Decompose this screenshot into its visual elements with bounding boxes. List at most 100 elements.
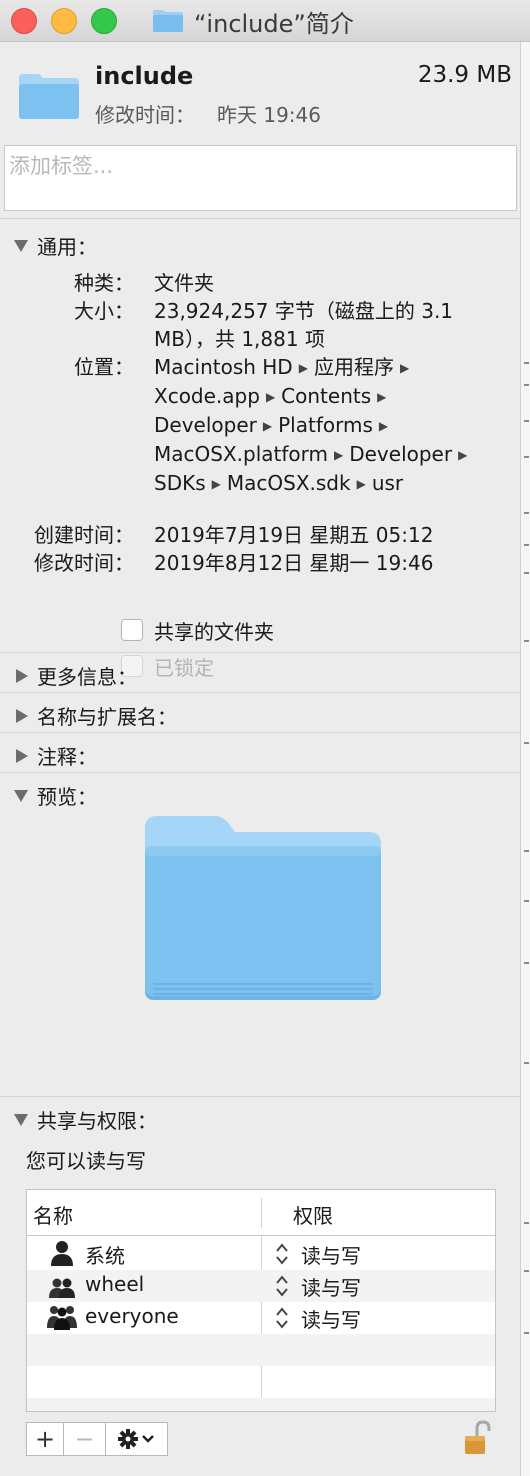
user-name: 系统 [85, 1244, 125, 1268]
section-title: 预览： [37, 785, 97, 809]
size-line-1: 23,924,257 字节（磁盘上的 3.1 [154, 299, 454, 323]
shared-folder-label: 共享的文件夹 [154, 620, 274, 644]
shared-folder-checkbox[interactable] [121, 619, 143, 641]
chevron-updown-icon[interactable] [275, 1242, 289, 1266]
size-label: 大小： [74, 299, 134, 323]
permissions-table-header: 名称 权限 [27, 1190, 495, 1236]
gear-icon [117, 1429, 154, 1449]
title-bar: “include”简介 [0, 0, 530, 42]
path-separator-icon: ▶ [262, 419, 273, 433]
permissions-table: 名称 权限 系统 读与写 wheel 读与写 everyone 读与写 [26, 1189, 496, 1412]
comments-toggle[interactable]: 注释： [14, 741, 97, 770]
path-part: Developer [349, 442, 453, 466]
path-separator-icon: ▶ [399, 361, 410, 375]
section-title: 注释： [37, 745, 97, 769]
created-value: 2019年7月19日 星期五 05:12 [154, 523, 434, 547]
path-part: Contents [281, 384, 372, 408]
disclosure-triangle-icon [14, 1113, 28, 1126]
disclosure-triangle-icon [14, 789, 28, 802]
disclosure-triangle-icon [16, 708, 28, 723]
background-window-edge [520, 42, 530, 1476]
folder-preview-icon [145, 816, 381, 1000]
tags-input[interactable]: 添加标签... [4, 145, 517, 211]
window-title: “include”简介 [152, 4, 354, 38]
path-separator-icon: ▶ [356, 477, 366, 491]
remove-button[interactable]: − [64, 1422, 106, 1456]
table-row-empty [27, 1334, 495, 1366]
folder-icon [19, 74, 79, 119]
table-row[interactable]: 系统 读与写 [27, 1238, 495, 1270]
path-part: SDKs [154, 471, 206, 495]
kind-label: 种类： [74, 271, 134, 295]
modified-value: 2019年8月12日 星期一 19:46 [154, 551, 434, 575]
path-part: MacOSX.platform [154, 442, 328, 466]
user-name: everyone [85, 1304, 179, 1328]
name-extension-section: 名称与扩展名： [0, 692, 520, 732]
more-info-section: 更多信息： [0, 652, 520, 692]
add-button[interactable]: + [26, 1422, 64, 1456]
privilege-value[interactable]: 读与写 [301, 1240, 361, 1269]
general-section: 通用： 种类： 文件夹 大小： 23,924,257 字节（磁盘上的 3.1 M… [0, 218, 520, 680]
size-line-2: MB），共 1,881 项 [154, 327, 325, 351]
path-separator-icon: ▶ [458, 448, 468, 462]
item-modified: 修改时间： 昨天 19:46 [95, 99, 321, 128]
close-button[interactable] [11, 8, 37, 34]
table-row-empty [27, 1366, 495, 1398]
modified-label: 修改时间： [95, 103, 195, 127]
zoom-button[interactable] [91, 8, 117, 34]
path-part: Developer [154, 413, 257, 437]
disclosure-triangle-icon [16, 748, 28, 763]
column-header-name[interactable]: 名称 [33, 1200, 73, 1229]
table-row-empty [27, 1398, 495, 1411]
user-name: wheel [85, 1272, 145, 1296]
column-divider [261, 1198, 262, 1228]
path-part: Xcode.app [154, 384, 260, 408]
created-label: 创建时间： [34, 523, 134, 547]
path-separator-icon: ▶ [377, 390, 387, 404]
path-part: Platforms [278, 413, 373, 437]
privilege-value[interactable]: 读与写 [301, 1304, 361, 1333]
column-header-privilege[interactable]: 权限 [293, 1200, 333, 1229]
permissions-summary: 您可以读与写 [26, 1149, 146, 1173]
table-row[interactable]: everyone 读与写 [27, 1302, 495, 1334]
modified-label: 修改时间： [34, 551, 134, 575]
everyone-icon [47, 1306, 77, 1330]
section-title: 共享与权限： [37, 1109, 157, 1133]
disclosure-triangle-icon [14, 239, 28, 252]
path-separator-icon: ▶ [333, 448, 344, 462]
privilege-value[interactable]: 读与写 [301, 1272, 361, 1301]
window-title-text: “include”简介 [194, 9, 354, 38]
action-menu-button[interactable] [106, 1422, 168, 1456]
path-part: MacOSX.sdk [226, 471, 351, 495]
path-part: usr [371, 471, 404, 495]
permissions-toolbar: + − [26, 1422, 168, 1456]
table-row[interactable]: wheel 读与写 [27, 1270, 495, 1302]
path-separator-icon: ▶ [265, 390, 276, 404]
chevron-updown-icon[interactable] [275, 1306, 289, 1330]
name-extension-toggle[interactable]: 名称与扩展名： [14, 701, 177, 730]
section-title: 名称与扩展名： [37, 705, 177, 729]
info-panel: include 23.9 MB 修改时间： 昨天 19:46 添加标签... 通用… [0, 42, 520, 1476]
minimize-button[interactable] [51, 8, 77, 34]
disclosure-triangle-icon [16, 668, 28, 683]
path-part: Macintosh HD [154, 355, 293, 379]
where-label: 位置： [74, 355, 134, 379]
more-info-toggle[interactable]: 更多信息： [14, 661, 137, 690]
path-separator-icon: ▶ [211, 477, 221, 491]
path-value: Macintosh HD ▶ 应用程序 ▶ Xcode.app ▶ Contents ▶ D… [154, 353, 499, 498]
general-section-toggle[interactable]: 通用： [14, 231, 97, 260]
single-user-icon [51, 1241, 73, 1266]
lock-icon[interactable] [462, 1420, 492, 1456]
path-part: 应用程序 [313, 355, 394, 379]
size-value: 23,924,257 字节（磁盘上的 3.1 MB），共 1,881 项 [154, 297, 499, 353]
permissions-toggle[interactable]: 共享与权限： [14, 1105, 157, 1134]
chevron-updown-icon[interactable] [275, 1274, 289, 1298]
preview-toggle[interactable]: 预览： [14, 781, 97, 810]
comments-section: 注释： [0, 732, 520, 772]
item-size: 23.9 MB [417, 62, 512, 88]
section-title: 更多信息： [37, 665, 137, 689]
modified-value: 昨天 19:46 [217, 103, 321, 127]
kind-value: 文件夹 [154, 271, 214, 295]
section-title: 通用： [37, 235, 97, 259]
chevron-down-icon [141, 1435, 154, 1443]
